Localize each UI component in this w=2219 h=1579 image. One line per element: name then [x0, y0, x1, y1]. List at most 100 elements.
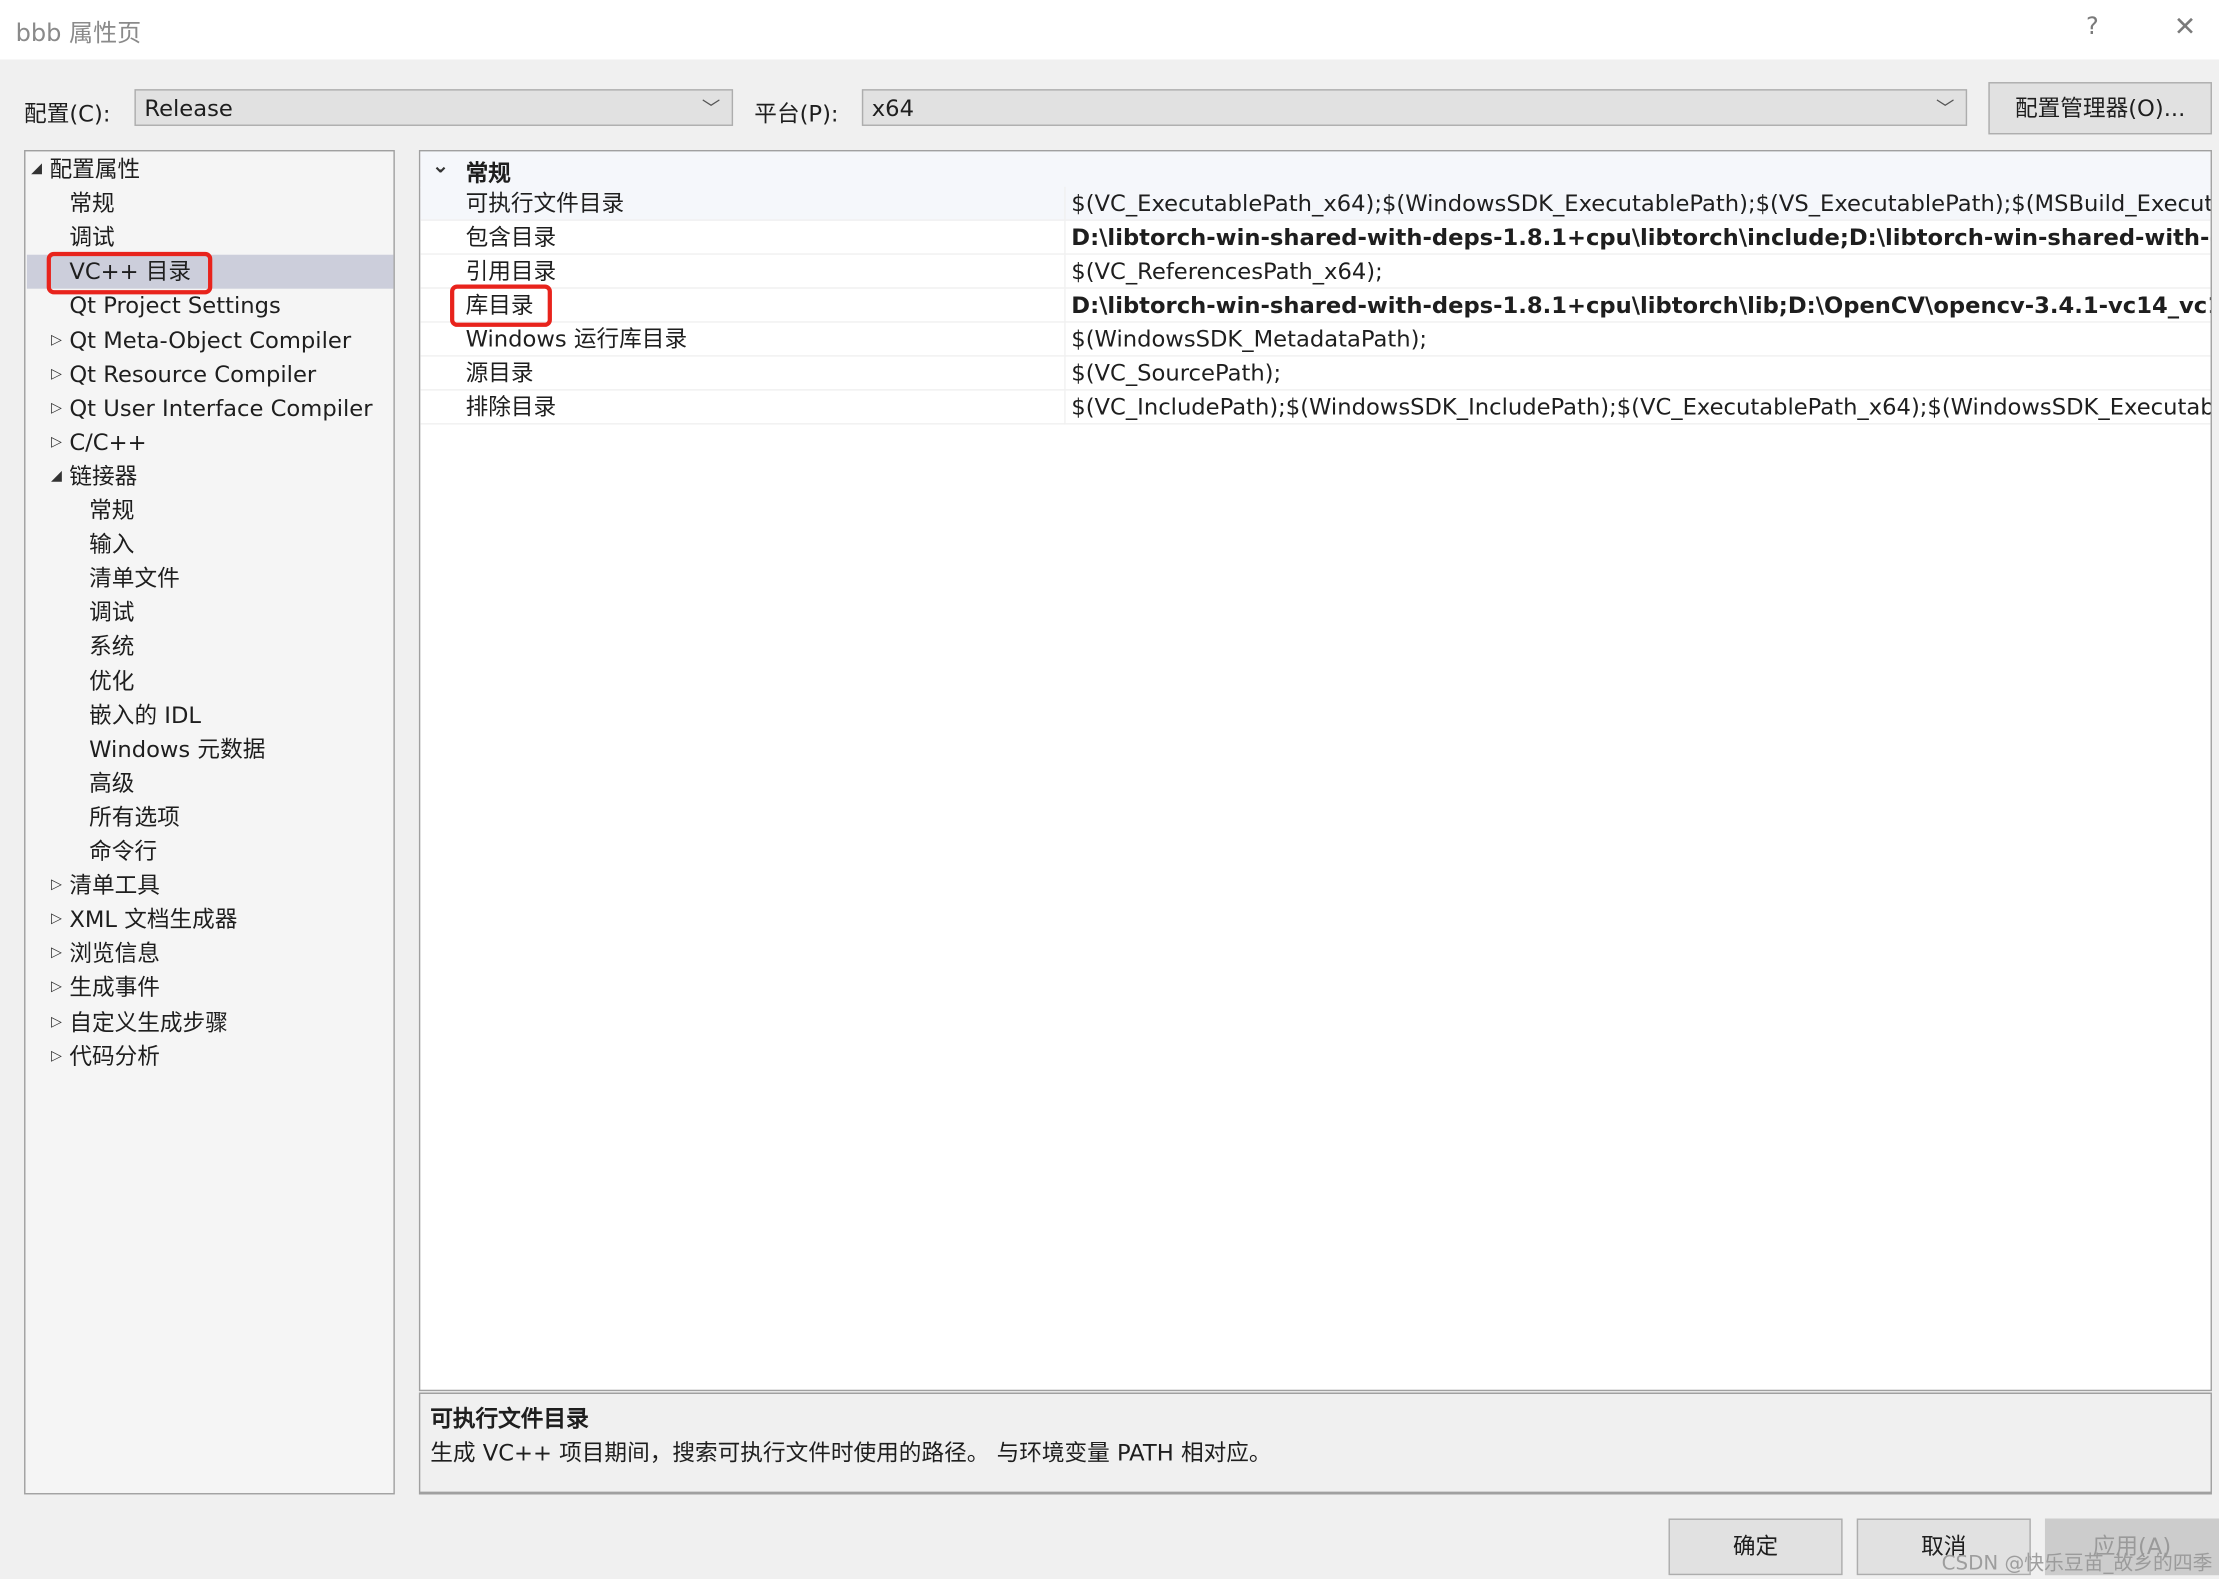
tree-item[interactable]: ▷ 生成事件 — [25, 971, 390, 1005]
property-row[interactable]: Windows 运行库目录 $(WindowsSDK_MetadataPath); — [420, 322, 2211, 357]
tree-item[interactable]: 高级 — [25, 767, 390, 801]
tree-item-label: 清单文件 — [89, 564, 180, 592]
expanded-arrow-icon[interactable]: ◢ — [31, 153, 42, 187]
property-name: Windows 运行库目录 — [465, 325, 688, 353]
property-value[interactable]: $(WindowsSDK_MetadataPath); — [1071, 323, 1427, 357]
ok-button[interactable]: 确定 — [1668, 1518, 1843, 1576]
tree-item-label: 高级 — [89, 769, 135, 797]
collapsed-arrow-icon[interactable]: ▷ — [51, 426, 62, 460]
property-pages-dialog: bbb 属性页 ? ✕ 配置(C): Release ﹀ 平台(P): x64 … — [0, 0, 2219, 1579]
tree-item[interactable]: 调试 — [25, 221, 390, 255]
configuration-value: Release — [144, 94, 233, 122]
collapsed-arrow-icon[interactable]: ▷ — [51, 903, 62, 937]
property-value[interactable]: $(VC_IncludePath);$(WindowsSDK_IncludePa… — [1071, 391, 2210, 425]
tree-item[interactable]: Windows 元数据 — [25, 733, 390, 767]
collapsed-arrow-icon[interactable]: ▷ — [51, 971, 62, 1005]
tree-item-label: 生成事件 — [69, 974, 160, 1002]
tree-item[interactable]: 系统 — [25, 630, 390, 664]
property-value[interactable]: $(VC_SourcePath); — [1071, 357, 1281, 391]
collapsed-arrow-icon[interactable]: ▷ — [51, 323, 62, 357]
tree-item-label: 清单工具 — [69, 871, 160, 899]
tree-item[interactable]: 命令行 — [25, 835, 390, 869]
section-title: 常规 — [465, 159, 511, 187]
tree-item[interactable]: ▷ XML 文档生成器 — [25, 903, 390, 937]
column-divider[interactable] — [1064, 356, 1066, 391]
tree-item[interactable]: 嵌入的 IDL — [25, 699, 390, 733]
tree-item[interactable]: VC++ 目录 — [25, 252, 390, 295]
tree-item[interactable]: 常规 — [25, 187, 390, 221]
tree-item[interactable]: ▷ 清单工具 — [25, 869, 390, 903]
tree-item[interactable]: 清单文件 — [25, 562, 390, 596]
tree-item-label: Qt Meta-Object Compiler — [69, 326, 352, 354]
property-row[interactable]: 可执行文件目录 $(VC_ExecutablePath_x64);$(Window… — [420, 186, 2211, 221]
tree-item[interactable]: ◢ 配置属性 — [25, 153, 390, 187]
tree-item[interactable]: 所有选项 — [25, 801, 390, 835]
tree-item[interactable]: ▷ Qt Resource Compiler — [25, 357, 390, 391]
chevron-down-icon[interactable]: ⌄ — [432, 153, 450, 178]
column-divider[interactable] — [1064, 254, 1066, 289]
property-value[interactable]: $(VC_ReferencesPath_x64); — [1071, 255, 1382, 289]
configuration-dropdown[interactable]: Release ﹀ — [134, 89, 734, 126]
collapsed-arrow-icon[interactable]: ▷ — [51, 869, 62, 903]
tree-item[interactable]: Qt Project Settings — [25, 289, 390, 323]
platform-value: x64 — [871, 94, 914, 122]
tree-item[interactable]: ▷ 自定义生成步骤 — [25, 1005, 390, 1039]
tree-item[interactable]: 调试 — [25, 596, 390, 630]
property-value[interactable]: D:\libtorch-win-shared-with-deps-1.8.1+c… — [1071, 289, 2210, 323]
tree-item-label: XML 文档生成器 — [69, 905, 238, 933]
platform-dropdown[interactable]: x64 ﹀ — [861, 89, 1968, 126]
help-button[interactable]: ? — [2086, 13, 2099, 41]
tree-item[interactable]: 输入 — [25, 528, 390, 562]
tree-item[interactable]: ◢ 链接器 — [25, 460, 390, 494]
tree-item-label: 浏览信息 — [69, 940, 160, 968]
collapsed-arrow-icon[interactable]: ▷ — [51, 1005, 62, 1039]
tree-item-label: Qt User Interface Compiler — [69, 394, 373, 422]
expanded-arrow-icon[interactable]: ◢ — [51, 460, 62, 494]
grid-section-header[interactable]: ⌄ 常规 — [420, 151, 2211, 189]
collapsed-arrow-icon[interactable]: ▷ — [51, 392, 62, 426]
tree-item-label: 调试 — [69, 223, 115, 251]
column-divider[interactable] — [1064, 186, 1066, 221]
property-row[interactable]: 包含目录 D:\libtorch-win-shared-with-deps-1.8… — [420, 220, 2211, 255]
tree-item-label: 命令行 — [89, 837, 158, 865]
tree-item[interactable]: ▷ 代码分析 — [25, 1040, 390, 1074]
tree-item[interactable]: ▷ Qt User Interface Compiler — [25, 392, 390, 426]
close-button[interactable]: ✕ — [2174, 11, 2197, 42]
tree-item-label: 调试 — [89, 599, 135, 626]
configuration-label: 配置(C): — [24, 100, 111, 128]
tree-item-label: 常规 — [69, 189, 115, 217]
column-divider[interactable] — [1064, 390, 1066, 425]
property-name: 包含目录 — [465, 223, 557, 251]
tree-item[interactable]: ▷ Qt Meta-Object Compiler — [25, 323, 390, 357]
platform-label: 平台(P): — [754, 100, 839, 128]
column-divider[interactable] — [1064, 288, 1066, 323]
configuration-manager-button[interactable]: 配置管理器(O)... — [1988, 82, 2212, 135]
property-value[interactable]: D:\libtorch-win-shared-with-deps-1.8.1+c… — [1071, 221, 2210, 255]
property-row[interactable]: 源目录 $(VC_SourcePath); — [420, 356, 2211, 391]
column-divider[interactable] — [1064, 220, 1066, 255]
collapsed-arrow-icon[interactable]: ▷ — [51, 937, 62, 971]
column-divider[interactable] — [1064, 322, 1066, 357]
tree-item-label: Windows 元数据 — [89, 735, 266, 763]
property-name: 可执行文件目录 — [465, 189, 625, 217]
tree-item-label: 配置属性 — [49, 155, 141, 183]
property-row[interactable]: 库目录 D:\libtorch-win-shared-with-deps-1.8.… — [420, 284, 2211, 327]
property-name: 源目录 — [465, 359, 534, 387]
tree-item[interactable]: ▷ 浏览信息 — [25, 937, 390, 971]
tree-item-label: 嵌入的 IDL — [89, 701, 202, 729]
property-row[interactable]: 排除目录 $(VC_IncludePath);$(WindowsSDK_Inclu… — [420, 390, 2211, 425]
chevron-down-icon: ﹀ — [701, 99, 721, 121]
tree-item-label: 系统 — [89, 633, 135, 661]
property-tree[interactable]: ◢ 配置属性 常规 调试 VC++ 目录 Qt Project Settings ▷ Qt M… — [24, 150, 395, 1495]
property-grid[interactable]: ⌄ 常规 可执行文件目录 $(VC_ExecutablePath_x64);$(W… — [418, 150, 2212, 1392]
collapsed-arrow-icon[interactable]: ▷ — [51, 1040, 62, 1074]
tree-item[interactable]: ▷ C/C++ — [25, 426, 390, 460]
property-row[interactable]: 引用目录 $(VC_ReferencesPath_x64); — [420, 254, 2211, 289]
description-text: 生成 VC++ 项目期间，搜索可执行文件时使用的路径。 与环境变量 PATH 相… — [430, 1439, 1272, 1467]
tree-item[interactable]: 常规 — [25, 494, 390, 528]
tree-item-label: 常规 — [89, 496, 135, 524]
tree-item[interactable]: 优化 — [25, 664, 390, 698]
property-value[interactable]: $(VC_ExecutablePath_x64);$(WindowsSDK_Ex… — [1071, 187, 2210, 221]
tree-item-label: 所有选项 — [89, 803, 180, 831]
collapsed-arrow-icon[interactable]: ▷ — [51, 357, 62, 391]
